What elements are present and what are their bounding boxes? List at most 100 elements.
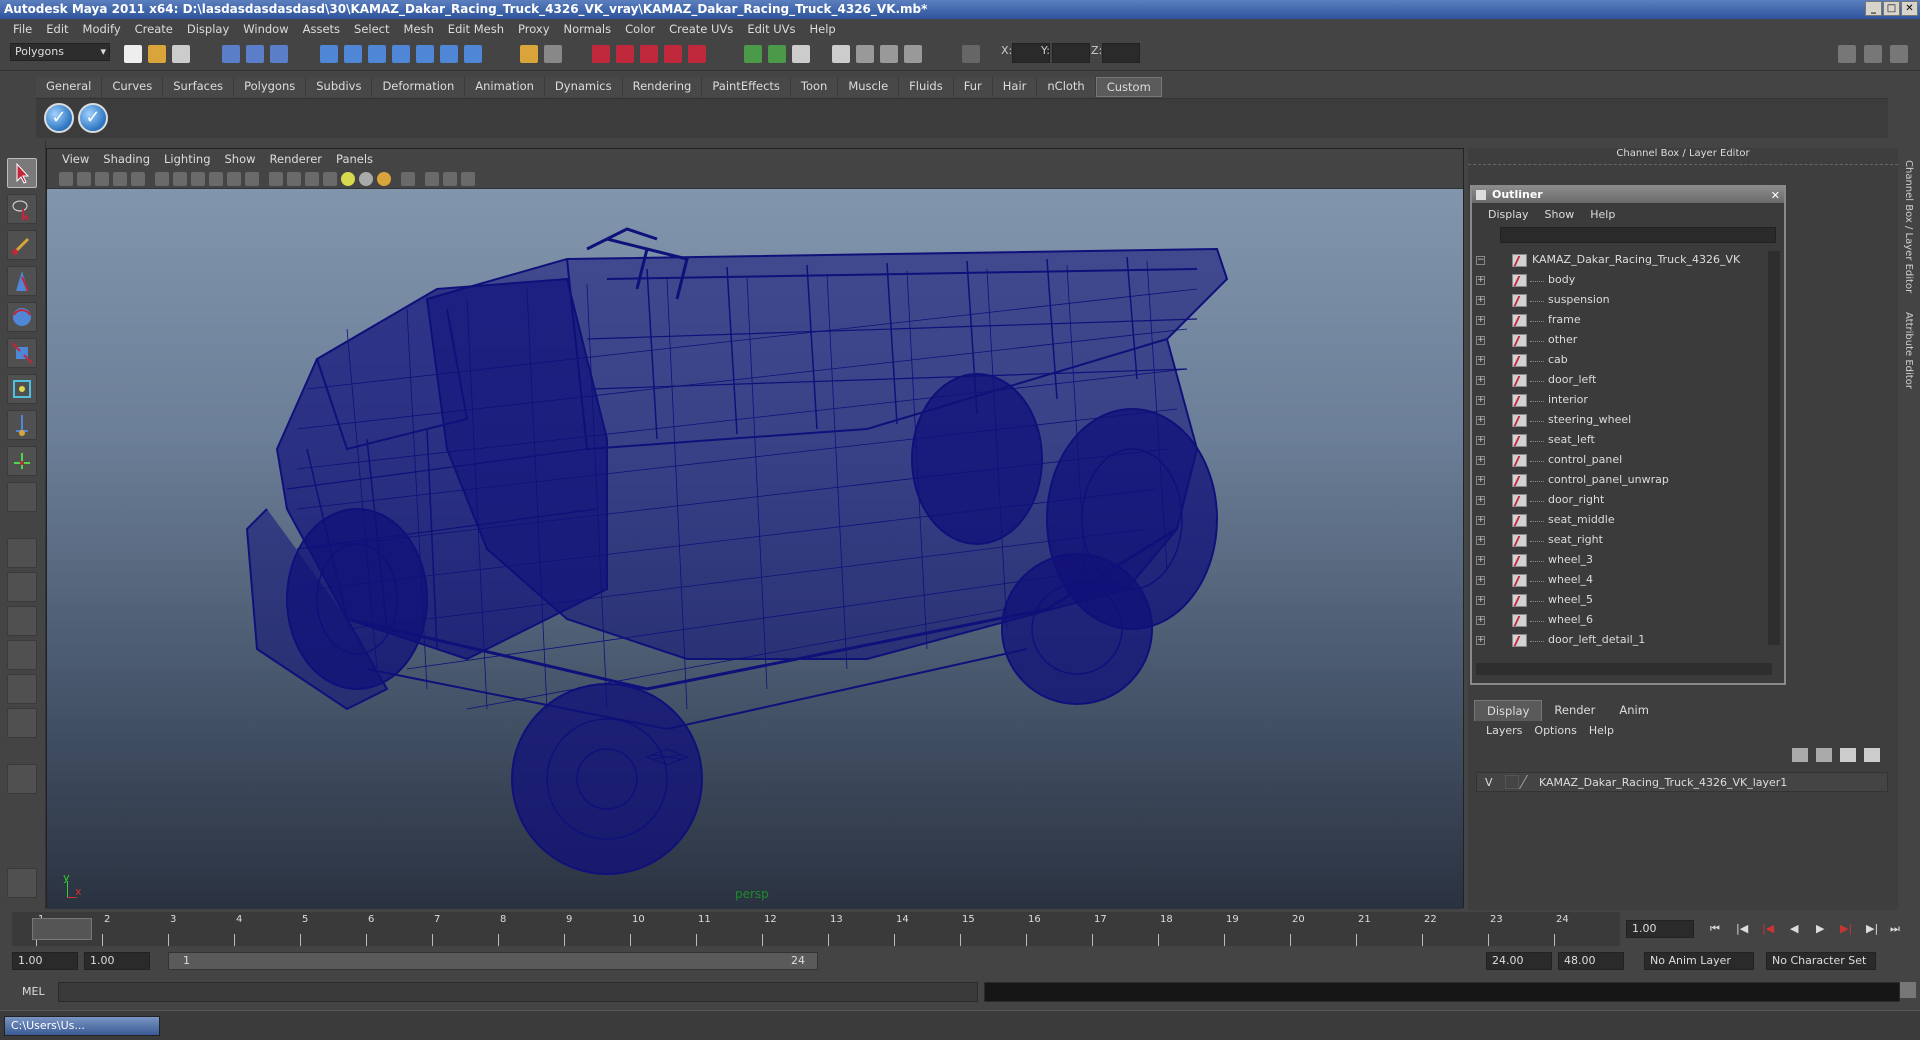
expand-icon[interactable]: +: [1476, 616, 1485, 625]
move-layer-up-icon[interactable]: [1840, 748, 1856, 762]
menu-edit-uvs[interactable]: Edit UVs: [740, 22, 802, 36]
menu-proxy[interactable]: Proxy: [511, 22, 557, 36]
default-light-icon[interactable]: [377, 172, 391, 186]
layout-custom-icon[interactable]: [7, 708, 37, 738]
step-back-frame-icon[interactable]: |◀: [1762, 922, 1774, 935]
outliner-item[interactable]: + wheel_5: [1476, 591, 1764, 611]
outliner-item[interactable]: + steering_wheel: [1476, 411, 1764, 431]
maximize-button[interactable]: □: [1883, 1, 1900, 16]
vp-menu-panels[interactable]: Panels: [329, 152, 380, 166]
current-time-marker[interactable]: [32, 918, 92, 940]
z-field[interactable]: [1102, 43, 1140, 63]
expand-icon[interactable]: +: [1476, 296, 1485, 305]
outliner-item[interactable]: + wheel_4: [1476, 571, 1764, 591]
select-component-icon[interactable]: [270, 45, 288, 63]
render-view-icon[interactable]: [688, 45, 706, 63]
checkmark-icon[interactable]: ✓: [44, 103, 74, 133]
render-region-icon[interactable]: [880, 45, 898, 63]
outliner-item[interactable]: + other: [1476, 331, 1764, 351]
paint-select-tool-icon[interactable]: [7, 230, 37, 260]
outliner-menu-help[interactable]: Help: [1582, 208, 1623, 221]
render-settings-icon[interactable]: [640, 45, 658, 63]
menu-mesh[interactable]: Mesh: [397, 22, 441, 36]
outliner-menu-display[interactable]: Display: [1480, 208, 1537, 221]
layer-type-toggle[interactable]: [1505, 775, 1519, 789]
outliner-item[interactable]: + control_panel: [1476, 451, 1764, 471]
show-channel-box-icon[interactable]: [1890, 45, 1908, 63]
outliner-horizontal-scrollbar[interactable]: [1476, 663, 1772, 675]
outliner-item[interactable]: + interior: [1476, 391, 1764, 411]
layout-graph-icon[interactable]: [7, 640, 37, 670]
outliner-item[interactable]: + body: [1476, 271, 1764, 291]
menu-edit-mesh[interactable]: Edit Mesh: [441, 22, 511, 36]
save-scene-icon[interactable]: [172, 45, 190, 63]
menu-display[interactable]: Display: [180, 22, 236, 36]
smooth-shade-icon[interactable]: [287, 172, 301, 186]
outliner-item[interactable]: + frame: [1476, 311, 1764, 331]
menu-help[interactable]: Help: [803, 22, 843, 36]
layout-hypershade-icon[interactable]: [7, 674, 37, 704]
taskbar-item[interactable]: C:\Users\Us...: [4, 1016, 160, 1036]
render-icon[interactable]: [592, 45, 610, 63]
expand-icon[interactable]: +: [1476, 416, 1485, 425]
shelf-tab-rendering[interactable]: Rendering: [622, 77, 703, 97]
shelf-tab-curves[interactable]: Curves: [102, 77, 164, 97]
vp-menu-lighting[interactable]: Lighting: [157, 152, 217, 166]
anim-layer-dropdown[interactable]: No Anim Layer: [1644, 952, 1754, 970]
camera-attributes-icon[interactable]: [77, 172, 91, 186]
layer-tab-anim[interactable]: Anim: [1607, 700, 1661, 721]
menu-normals[interactable]: Normals: [557, 22, 619, 36]
menu-select[interactable]: Select: [347, 22, 396, 36]
y-field[interactable]: [1052, 43, 1090, 63]
outliner-item[interactable]: + wheel_6: [1476, 611, 1764, 631]
expand-icon[interactable]: +: [1476, 336, 1485, 345]
menu-edit[interactable]: Edit: [39, 22, 75, 36]
expand-icon[interactable]: +: [1476, 576, 1485, 585]
xray-icon[interactable]: [425, 172, 439, 186]
shelf-tab-surfaces[interactable]: Surfaces: [163, 77, 235, 97]
shelf-tab-subdivs[interactable]: Subdivs: [306, 77, 373, 97]
go-to-end-icon[interactable]: ⏭: [1890, 922, 1900, 936]
universal-manipulator-icon[interactable]: [7, 374, 37, 404]
collapse-icon[interactable]: −: [1476, 256, 1485, 265]
expand-icon[interactable]: +: [1476, 376, 1485, 385]
animation-start-field[interactable]: 1.00: [12, 952, 78, 970]
snap-surface-icon[interactable]: [416, 45, 434, 63]
outliner-vertical-scrollbar[interactable]: [1768, 251, 1780, 645]
menu-assets[interactable]: Assets: [296, 22, 347, 36]
field-chart-icon[interactable]: [227, 172, 241, 186]
scale-tool-icon[interactable]: [7, 338, 37, 368]
outliner-item[interactable]: + wheel_3: [1476, 551, 1764, 571]
shelf-tab-muscle[interactable]: Muscle: [838, 77, 900, 97]
expand-icon[interactable]: +: [1476, 556, 1485, 565]
snap-point-icon[interactable]: [368, 45, 386, 63]
playback-start-field[interactable]: 1.00: [84, 952, 150, 970]
xray-joints-icon[interactable]: [443, 172, 457, 186]
layout-outliner-icon[interactable]: [7, 606, 37, 636]
select-hierarchy-icon[interactable]: [222, 45, 240, 63]
shelf-tab-toon[interactable]: Toon: [790, 77, 839, 97]
go-to-start-icon[interactable]: ⏮: [1710, 922, 1720, 936]
outliner-menu-show[interactable]: Show: [1537, 208, 1583, 221]
animation-end-field[interactable]: 48.00: [1558, 952, 1624, 970]
lock-icon[interactable]: [520, 45, 538, 63]
open-scene-icon[interactable]: [148, 45, 166, 63]
shelf-tab-hair[interactable]: Hair: [992, 77, 1038, 97]
lasso-tool-icon[interactable]: [7, 194, 37, 224]
image-plane-icon[interactable]: [113, 172, 127, 186]
clipboard-icon[interactable]: [792, 45, 810, 63]
outliner-item[interactable]: + door_right: [1476, 491, 1764, 511]
script-editor-button[interactable]: [1900, 982, 1916, 998]
outliner-item[interactable]: + door_left_detail_1: [1476, 631, 1764, 651]
character-set-dropdown[interactable]: No Character Set: [1766, 952, 1876, 970]
layer-tab-display[interactable]: Display: [1474, 700, 1543, 721]
time-slider[interactable]: 123456789101112131415161718192021222324: [12, 912, 1620, 946]
resolution-gate-icon[interactable]: [191, 172, 205, 186]
layer-visibility-toggle[interactable]: V: [1485, 776, 1493, 789]
construction-icon[interactable]: [464, 45, 482, 63]
wireframe-on-shaded-icon[interactable]: [305, 172, 319, 186]
ipr-render-icon[interactable]: [616, 45, 634, 63]
menu-modify[interactable]: Modify: [76, 22, 128, 36]
expand-icon[interactable]: +: [1476, 276, 1485, 285]
transform-mode-icon[interactable]: [962, 45, 980, 63]
